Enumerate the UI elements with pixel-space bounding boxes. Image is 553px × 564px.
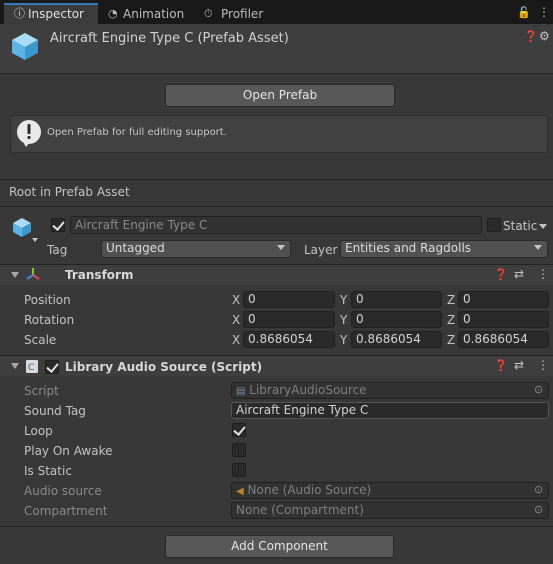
foldout-arrow-icon[interactable] xyxy=(11,272,19,278)
play-on-awake-checkbox[interactable] xyxy=(232,443,246,457)
scale-x-field[interactable]: 0.8686054 xyxy=(243,331,335,348)
tab-profiler[interactable]: ⏱ Profiler xyxy=(202,4,272,24)
tab-label: Inspector xyxy=(28,7,84,21)
profiler-icon: ⏱ xyxy=(204,7,213,20)
object-name-field[interactable]: Aircraft Engine Type C xyxy=(70,216,482,234)
component-enabled-checkbox[interactable] xyxy=(45,360,59,374)
compartment-field: None (Compartment) xyxy=(231,502,549,519)
audio-source-label: Audio source xyxy=(24,484,102,498)
layer-label: Layer xyxy=(304,243,338,257)
rotation-x-field[interactable]: 0 xyxy=(243,311,335,328)
audio-source-value: None (Audio Source) xyxy=(247,483,372,497)
scale-y-field[interactable]: 0.8686054 xyxy=(351,331,442,348)
open-prefab-button[interactable]: Open Prefab xyxy=(165,84,395,107)
help-text: Open Prefab for full editing support. xyxy=(47,127,227,138)
loop-label: Loop xyxy=(24,424,53,438)
audio-source-title: Library Audio Source (Script) xyxy=(65,360,263,374)
help-icon[interactable]: ❓ xyxy=(524,30,538,43)
root-label: Root in Prefab Asset xyxy=(9,185,130,199)
compartment-label: Compartment xyxy=(24,504,108,518)
audio-source-field: ◀ None (Audio Source) xyxy=(231,482,549,499)
audio-source-icon: ◀ xyxy=(236,486,244,497)
object-picker-icon: ⊙ xyxy=(534,503,544,516)
tab-label: Profiler xyxy=(221,7,264,21)
axis-x-label[interactable]: X xyxy=(232,333,240,347)
axis-y-label[interactable]: Y xyxy=(340,293,347,307)
transform-title: Transform xyxy=(65,268,134,282)
script-field: ▤ LibraryAudioSource xyxy=(231,382,549,399)
help-icon[interactable]: ❓ xyxy=(494,359,508,372)
add-component-button[interactable]: Add Component xyxy=(165,535,394,558)
is-static-checkbox[interactable] xyxy=(232,463,246,477)
axis-z-label[interactable]: Z xyxy=(447,333,455,347)
sound-tag-field[interactable]: Aircraft Engine Type C xyxy=(231,402,549,419)
loop-checkbox[interactable] xyxy=(232,423,246,437)
rotation-z-field[interactable]: 0 xyxy=(458,311,549,328)
chevron-down-icon xyxy=(534,245,542,250)
position-z-field[interactable]: 0 xyxy=(458,291,549,308)
object-picker-icon: ⊙ xyxy=(534,383,544,396)
static-dropdown-icon[interactable] xyxy=(539,224,547,229)
static-label[interactable]: Static xyxy=(503,219,537,233)
is-static-label: Is Static xyxy=(24,464,72,478)
scale-label: Scale xyxy=(24,333,57,347)
foldout-arrow-icon[interactable] xyxy=(11,363,19,369)
warning-info-icon xyxy=(17,120,41,147)
object-picker-icon: ⊙ xyxy=(534,483,544,496)
tag-value: Untagged xyxy=(106,241,165,255)
divider xyxy=(0,526,553,527)
axis-y-label[interactable]: Y xyxy=(340,333,347,347)
layer-value: Entities and Ragdolls xyxy=(345,241,472,255)
chevron-down-icon xyxy=(277,245,285,250)
animation-icon: ◔ xyxy=(108,7,118,20)
script-file-icon: ▤ xyxy=(236,386,246,397)
help-icon[interactable]: ❓ xyxy=(494,268,508,281)
play-on-awake-label: Play On Awake xyxy=(24,444,113,458)
divider xyxy=(0,206,553,207)
presets-icon[interactable]: ⇄ xyxy=(514,267,524,281)
sound-tag-label: Sound Tag xyxy=(24,404,86,418)
tag-dropdown[interactable]: Untagged xyxy=(101,240,291,258)
chevron-down-icon[interactable] xyxy=(32,238,38,242)
tab-animation[interactable]: ◔ Animation xyxy=(106,4,194,24)
position-label: Position xyxy=(24,293,71,307)
axis-z-label[interactable]: Z xyxy=(447,293,455,307)
gear-icon[interactable]: ⚙ xyxy=(539,29,550,43)
kebab-menu-icon[interactable]: ⋮ xyxy=(537,267,549,281)
active-checkbox[interactable] xyxy=(51,218,65,232)
svg-text:C: C xyxy=(28,363,34,373)
scale-z-field[interactable]: 0.8686054 xyxy=(458,331,549,348)
menu-icon[interactable]: ⋮ xyxy=(538,5,550,19)
tab-inspector[interactable]: ⓘ Inspector xyxy=(4,3,98,24)
tab-label: Animation xyxy=(123,7,185,21)
axis-x-label[interactable]: X xyxy=(232,313,240,327)
divider xyxy=(0,179,553,180)
tag-label: Tag xyxy=(47,243,68,257)
transform-icon xyxy=(26,268,40,280)
gameobject-cube-icon[interactable] xyxy=(11,216,33,238)
axis-y-label[interactable]: Y xyxy=(340,313,347,327)
info-icon: ⓘ xyxy=(14,7,25,20)
kebab-menu-icon[interactable]: ⋮ xyxy=(537,358,549,372)
page-title: Aircraft Engine Type C (Prefab Asset) xyxy=(50,31,289,46)
static-checkbox[interactable] xyxy=(487,218,501,232)
layer-dropdown[interactable]: Entities and Ragdolls xyxy=(340,240,548,258)
position-x-field[interactable]: 0 xyxy=(243,291,335,308)
rotation-label: Rotation xyxy=(24,313,75,327)
rotation-y-field[interactable]: 0 xyxy=(351,311,442,328)
position-y-field[interactable]: 0 xyxy=(351,291,442,308)
axis-x-label[interactable]: X xyxy=(232,293,240,307)
lock-icon[interactable]: 🔓 xyxy=(517,6,531,19)
prefab-cube-icon xyxy=(12,33,38,60)
script-value: LibraryAudioSource xyxy=(249,383,367,397)
presets-icon[interactable]: ⇄ xyxy=(514,358,524,372)
csharp-script-icon: C xyxy=(26,360,38,373)
script-label: Script xyxy=(24,384,59,398)
axis-z-label[interactable]: Z xyxy=(447,313,455,327)
